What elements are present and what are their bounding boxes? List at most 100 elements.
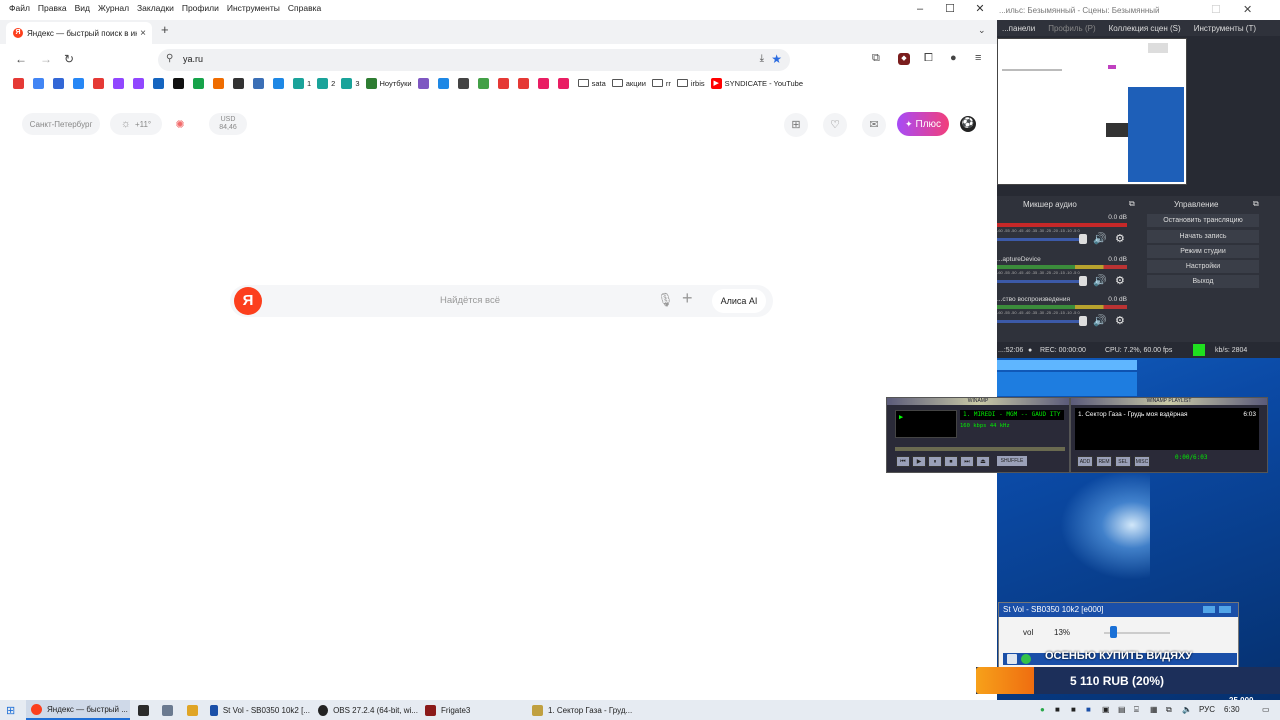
bookmark-item[interactable]: Ноутбуки	[365, 77, 412, 89]
winamp-titlebar[interactable]: WINAMP	[887, 398, 1069, 405]
bookmark-item[interactable]	[517, 77, 532, 89]
bookmark-item[interactable]	[153, 77, 167, 89]
volume-minimize-button[interactable]	[1203, 606, 1215, 613]
bookmark-folder[interactable]: irbis	[676, 79, 705, 88]
tray-app-icon[interactable]: ■	[1071, 705, 1076, 714]
tray-app-icon[interactable]: ■	[1055, 705, 1060, 714]
services-grid-icon[interactable]: ⊞	[784, 113, 808, 137]
usd-rate[interactable]: USD 84,46	[209, 113, 247, 135]
back-arrow-icon[interactable]: ←	[15, 52, 27, 66]
alice-ai-button[interactable]: Алиса AI	[712, 289, 766, 313]
menu-edit[interactable]: Правка	[38, 3, 67, 13]
tab-yandex[interactable]: Я Яндекс — быстрый поиск в ин ×	[6, 22, 152, 44]
start-button[interactable]: ⊞	[6, 700, 15, 720]
menu-file[interactable]: Файл	[9, 3, 30, 13]
bookmark-item[interactable]: 2	[317, 77, 335, 89]
menu-profiles[interactable]: Профили	[182, 3, 219, 13]
menu-bookmarks[interactable]: Закладки	[137, 3, 174, 13]
search-box[interactable]: Я Найдётся всё 🎙 + Алиса AI	[230, 285, 773, 317]
bookmark-item[interactable]	[417, 77, 432, 89]
new-tab-button[interactable]: +	[161, 22, 169, 37]
playlist-add-button[interactable]: ADD	[1077, 456, 1093, 467]
gear-icon[interactable]: ⚙	[1115, 232, 1125, 245]
tray-status-icon[interactable]: ●	[1040, 705, 1045, 714]
extension-icon[interactable]: ⧠	[924, 52, 933, 65]
plus-button[interactable]: ✦ Плюс	[897, 112, 949, 136]
tray-app-icon[interactable]: ■	[1086, 705, 1091, 714]
bookmark-item[interactable]	[53, 77, 67, 89]
shuffle-button[interactable]: SHUFFLE	[997, 456, 1027, 466]
obs-menu-tools[interactable]: Инструменты (T)	[1194, 24, 1256, 33]
notifications-icon[interactable]: ▭	[1262, 705, 1270, 714]
bookmark-item[interactable]	[113, 77, 127, 89]
speaker-icon[interactable]: 🔊	[1093, 274, 1107, 287]
menu-view[interactable]: Вид	[75, 3, 90, 13]
bookmark-item[interactable]	[497, 77, 512, 89]
volume-titlebar[interactable]: St Vol - SB0350 10k2 [e000]	[999, 603, 1238, 617]
volume-slider[interactable]	[997, 320, 1085, 323]
media-control-icon[interactable]: ●	[950, 52, 957, 64]
volume-slider[interactable]	[997, 280, 1085, 283]
keyboard-language[interactable]: РУС	[1199, 705, 1215, 714]
obs-close-button[interactable]: ✕	[1243, 3, 1252, 16]
volume-slider-handle[interactable]	[1079, 234, 1087, 244]
settings-button[interactable]: Настройки	[1147, 260, 1259, 273]
bookmark-item[interactable]	[437, 77, 452, 89]
volume-tray-icon[interactable]: 🔈	[1182, 705, 1192, 714]
clock[interactable]: 6:30	[1224, 705, 1240, 714]
profile-avatar[interactable]: ⚽	[960, 116, 976, 132]
playlist-select-button[interactable]: SEL	[1115, 456, 1131, 467]
site-info-icon[interactable]: ⚲	[166, 53, 173, 64]
minimize-button[interactable]: –	[905, 0, 935, 18]
eject-icon[interactable]: ⏏	[976, 456, 990, 467]
status-icon[interactable]	[1021, 654, 1031, 664]
bookmark-item[interactable]: 1	[293, 77, 311, 89]
extension-badge-icon[interactable]: ◆	[898, 53, 910, 65]
air-quality-icon[interactable]: ✺	[168, 113, 192, 137]
bookmark-folder[interactable]: rr	[651, 79, 671, 88]
bookmark-item[interactable]: 3	[341, 77, 360, 89]
bookmark-item[interactable]	[133, 77, 147, 89]
forward-arrow-icon[interactable]: →	[40, 52, 52, 66]
reload-icon[interactable]: ↻	[64, 52, 74, 66]
bookmark-item[interactable]	[273, 77, 287, 89]
obs-menu-scene-collection[interactable]: Коллекция сцен (S)	[1109, 24, 1181, 33]
start-recording-button[interactable]: Начать запись	[1147, 230, 1259, 243]
tray-app-icon[interactable]: ▣	[1102, 705, 1110, 714]
taskbar-item-explorer[interactable]	[187, 700, 203, 720]
extensions-puzzle-icon[interactable]: ⧉	[872, 52, 880, 65]
tab-close-icon[interactable]: ×	[137, 28, 149, 39]
taskbar-item-frigate[interactable]: Frigate3	[425, 700, 525, 720]
speaker-icon[interactable]: 🔊	[1093, 232, 1107, 245]
taskbar-item-winamp[interactable]: 1. Сектор Газа - Груд...	[532, 700, 636, 720]
browser-menu-icon[interactable]: ≡	[975, 52, 981, 64]
obs-preview[interactable]	[997, 38, 1187, 185]
tab-list-chevron-icon[interactable]: ⌄	[978, 25, 986, 36]
stop-icon[interactable]: ⏹	[944, 456, 958, 467]
winamp-visualizer[interactable]: ▶	[895, 410, 957, 438]
city-pill[interactable]: Санкт-Петербург	[22, 113, 100, 135]
volume-slider-handle[interactable]	[1109, 626, 1117, 638]
bookmark-item[interactable]	[93, 77, 107, 89]
weather-pill[interactable]: ☼ +11°	[110, 113, 162, 135]
previous-icon[interactable]: ⏮	[896, 456, 910, 467]
exit-button[interactable]: Выход	[1147, 275, 1259, 288]
obs-menu-docks[interactable]: ...панели	[1002, 24, 1035, 33]
volume-menu-button[interactable]	[1219, 606, 1231, 613]
playlist-misc-button[interactable]: MISC	[1134, 456, 1150, 467]
pause-icon[interactable]: ⏸	[928, 456, 942, 467]
mixer-popout-icon[interactable]: ⧉	[1129, 199, 1135, 213]
playlist-remove-button[interactable]: REM	[1096, 456, 1112, 467]
obs-menu-profile[interactable]: Профиль (P)	[1048, 24, 1095, 33]
bookmark-item[interactable]: ▶ SYNDICATE - YouTube	[710, 77, 803, 89]
taskbar-item-app[interactable]	[162, 700, 178, 720]
winamp-seek-bar[interactable]	[895, 447, 1065, 451]
tray-app-icon[interactable]: ⧉	[1166, 705, 1172, 715]
bookmark-folder[interactable]: акции	[611, 79, 646, 88]
tray-app-icon[interactable]: ▦	[1150, 705, 1158, 714]
play-icon[interactable]: ▶	[912, 456, 926, 467]
volume-slider[interactable]	[997, 238, 1085, 241]
taskbar-item-obs[interactable]: OBS 27.2.4 (64-bit, wi...	[318, 700, 418, 720]
address-bar[interactable]: ⚲ ya.ru ⤓ ★	[158, 49, 790, 71]
taskbar-item-browser[interactable]: Яндекс — быстрый ...	[26, 700, 130, 720]
